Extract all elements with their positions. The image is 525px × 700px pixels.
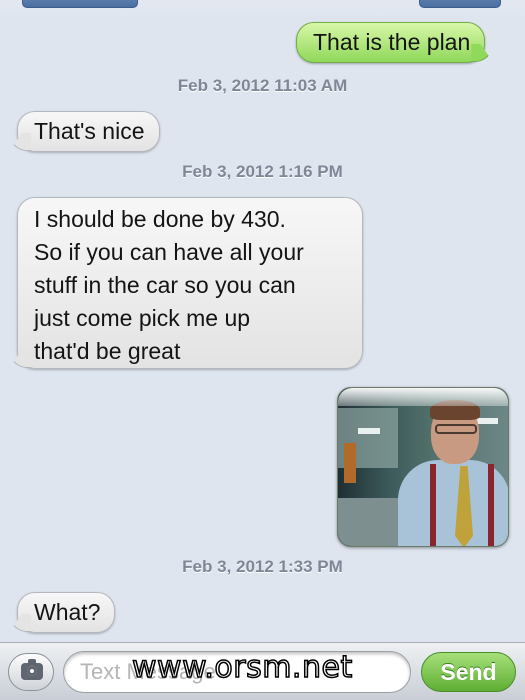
message-line: just come pick me up [34, 305, 251, 331]
message-line: stuff in the car so you can [34, 272, 296, 298]
message-line: that'd be great [34, 338, 181, 364]
message-input[interactable] [63, 651, 411, 693]
image-message-bubble[interactable] [337, 387, 509, 547]
message-input-bar: Send [0, 642, 525, 700]
photo-glasses [435, 424, 477, 434]
message-line: So if you can have all your [34, 239, 304, 265]
camera-icon [21, 659, 43, 680]
message-text: What? [34, 599, 101, 625]
message-line: I should be done by 430. [34, 206, 286, 232]
nav-bar [0, 0, 525, 18]
camera-button[interactable] [8, 653, 54, 691]
bubble-tail [9, 133, 31, 151]
bubble-tail [471, 44, 494, 62]
timestamp: Feb 3, 2012 1:33 PM [182, 557, 343, 576]
back-button[interactable] [22, 0, 138, 8]
photo-door [344, 443, 356, 483]
send-button[interactable]: Send [421, 652, 516, 692]
message-bubble-incoming: What? [9, 592, 116, 633]
timestamp: Feb 3, 2012 11:03 AM [177, 76, 348, 95]
message-text: That is the plan [313, 29, 471, 55]
bubble-tail [9, 350, 31, 368]
message-text: That's nice [34, 118, 145, 144]
edit-button[interactable] [419, 0, 501, 8]
message-bubble-outgoing: That is the plan [296, 22, 494, 63]
message-bubble-incoming: That's nice [9, 111, 160, 152]
timestamp: Feb 3, 2012 1:16 PM [182, 162, 343, 181]
bubble-gloss [338, 388, 508, 406]
photo-suspender [488, 464, 494, 546]
message-text: I should be done by 430. So if you can h… [34, 203, 348, 368]
photo-suspender [430, 464, 436, 546]
bubble-tail [9, 614, 31, 632]
photo-ceiling-light [358, 428, 380, 434]
message-bubble-incoming: I should be done by 430. So if you can h… [9, 197, 363, 369]
